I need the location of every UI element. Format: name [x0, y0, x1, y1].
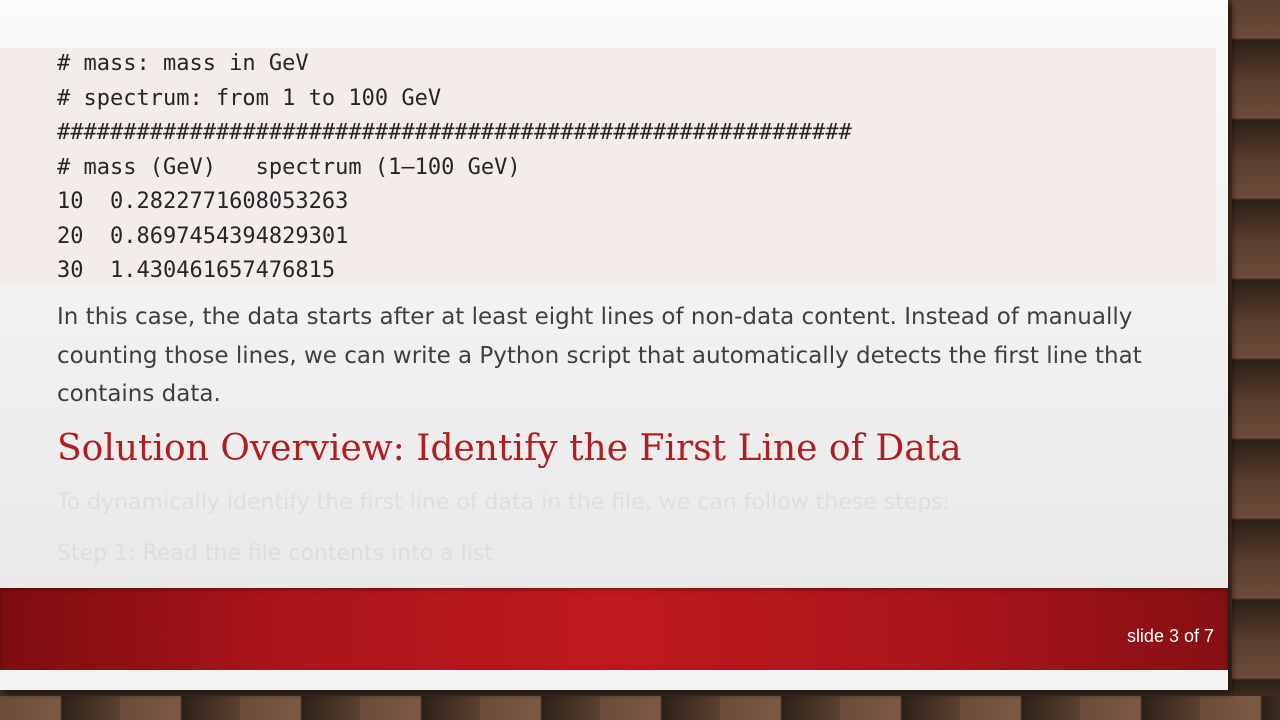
- code-line: # mass: mass in GeV: [57, 51, 309, 76]
- faded-text-line: To dynamically identify the first line o…: [57, 490, 951, 515]
- slide-frame: # mass: mass in GeV # spectrum: from 1 t…: [0, 0, 1228, 690]
- brick-wall-floor: [0, 696, 1280, 720]
- slide-number: slide 3 of 7: [1126, 626, 1214, 646]
- code-line: 20 0.8697454394829301: [57, 224, 349, 249]
- footer-bar: slide 3 of 7: [0, 588, 1228, 670]
- code-line: 10 0.2822771608053263: [57, 189, 349, 214]
- brick-wall-background: [1232, 0, 1280, 720]
- code-line: 30 1.430461657476815: [57, 258, 336, 283]
- slide-content: # mass: mass in GeV # spectrum: from 1 t…: [0, 0, 1228, 588]
- faded-text-line: Step 1: Read the file contents into a li…: [57, 541, 493, 566]
- section-heading: Solution Overview: Identify the First Li…: [57, 428, 962, 469]
- code-line: ########################################…: [57, 120, 852, 145]
- code-line: # mass (GeV) spectrum (1–100 GeV): [57, 155, 521, 180]
- body-paragraph: In this case, the data starts after at l…: [57, 304, 1142, 407]
- code-line: # spectrum: from 1 to 100 GeV: [57, 86, 442, 111]
